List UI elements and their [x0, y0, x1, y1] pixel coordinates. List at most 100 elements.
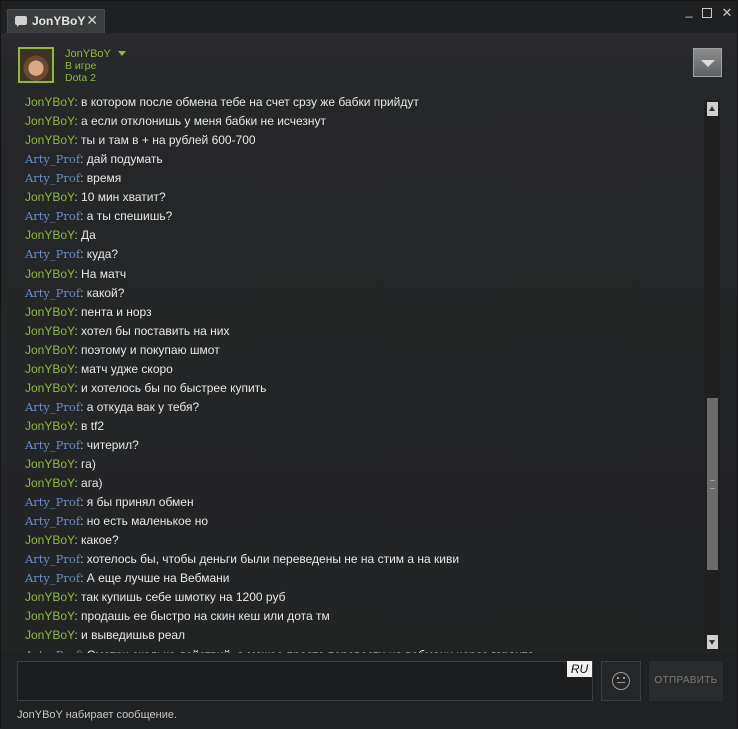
- message-sender[interactable]: Arty_Prof: [25, 209, 80, 223]
- message-sender[interactable]: JonYBoY: [25, 114, 74, 128]
- chat-message: JonYBoY: матч удже скоро: [25, 361, 173, 376]
- chat-message: JonYBoY: продашь ее быстро на скин кеш и…: [25, 609, 330, 624]
- chat-message: JonYBoY: пента и норз: [25, 304, 152, 319]
- message-text: в tf2: [81, 418, 105, 433]
- message-text: куда?: [86, 247, 119, 262]
- chevron-down-icon: [701, 60, 715, 67]
- scroll-down-button[interactable]: [707, 635, 718, 649]
- message-text: продашь ее быстро на скин кеш или дота т…: [81, 609, 330, 624]
- friend-status: В игре: [65, 60, 97, 72]
- message-sender[interactable]: JonYBoY: [25, 628, 74, 642]
- chat-log[interactable]: JonYBoY: в котором после обмена тебе на …: [17, 93, 703, 653]
- message-sender[interactable]: JonYBoY: [25, 343, 74, 357]
- message-sender[interactable]: JonYBoY: [25, 476, 74, 490]
- message-text: хотел бы поставить на них: [81, 323, 230, 338]
- chat-message: Arty_Prof: время: [25, 171, 122, 186]
- message-sender[interactable]: JonYBoY: [25, 305, 74, 319]
- message-sender[interactable]: Arty_Prof: [25, 400, 80, 414]
- send-button[interactable]: ОТПРАВИТЬ: [649, 661, 723, 701]
- message-text: На матч: [81, 266, 127, 281]
- message-sender[interactable]: JonYBoY: [25, 381, 74, 395]
- chat-message: Arty_Prof: хотелось бы, чтобы деньги был…: [25, 552, 460, 567]
- message-text: поэтому и покупаю шмот: [81, 342, 220, 357]
- message-sender[interactable]: JonYBoY: [25, 228, 74, 242]
- message-sender[interactable]: JonYBoY: [25, 324, 74, 338]
- message-sender[interactable]: JonYBoY: [25, 457, 74, 471]
- chat-options-button[interactable]: [693, 48, 722, 77]
- chat-message: Arty_Prof: А еще лучше на Вебмани: [25, 571, 230, 586]
- message-text: а ты спешишь?: [86, 209, 173, 224]
- message-sender[interactable]: Arty_Prof: [25, 247, 80, 261]
- message-text: но есть маленькое но: [86, 514, 209, 529]
- message-sender[interactable]: Arty_Prof: [25, 286, 80, 300]
- chat-message: JonYBoY: поэтому и покупаю шмот: [25, 342, 220, 357]
- chat-message: JonYBoY: в tf2: [25, 418, 105, 433]
- chat-message: JonYBoY: 10 мин хватит?: [25, 190, 166, 205]
- message-text: ага): [81, 476, 103, 490]
- message-sender[interactable]: JonYBoY: [25, 362, 74, 376]
- message-sender[interactable]: JonYBoY: [25, 419, 74, 433]
- message-text: 10 мин хватит?: [81, 190, 166, 205]
- message-sender[interactable]: JonYBoY: [25, 590, 74, 604]
- message-text: я бы принял обмен: [86, 495, 194, 510]
- message-text: а откуда вак у тебя?: [86, 399, 200, 414]
- close-icon[interactable]: ✕: [86, 12, 98, 29]
- message-sender[interactable]: Arty_Prof: [25, 514, 80, 528]
- friend-avatar[interactable]: [18, 47, 54, 83]
- message-text: А еще лучше на Вебмани: [86, 571, 230, 586]
- chat-message: Arty_Prof: дай подумать: [25, 152, 163, 167]
- chat-message: JonYBoY: в котором после обмена тебе на …: [25, 95, 419, 109]
- message-sender[interactable]: Arty_Prof: [25, 552, 80, 566]
- chat-message: JonYBoY: хотел бы поставить на них: [25, 323, 230, 338]
- friend-game: Dota 2: [65, 72, 96, 84]
- message-sender[interactable]: JonYBoY: [25, 609, 74, 623]
- message-sender[interactable]: Arty_Prof: [25, 438, 80, 452]
- chat-message: JonYBoY: ты и там в + на рублей 600-700: [25, 133, 256, 148]
- message-input[interactable]: [17, 661, 593, 701]
- message-sender[interactable]: Arty_Prof: [25, 171, 80, 185]
- message-text: какой?: [86, 285, 125, 300]
- message-text: Да: [81, 228, 96, 243]
- message-sender[interactable]: JonYBoY: [25, 190, 74, 204]
- chat-window: JonYBoY ✕ _ ✕ JonYBoY В игре Dota 2 JonY…: [0, 0, 738, 729]
- tab-label: JonYBoY: [32, 14, 86, 28]
- chat-message: JonYBoY: и хотелось бы по быстрее купить: [25, 380, 267, 395]
- chat-message: Arty_Prof: какой?: [25, 285, 125, 300]
- emoticon-button[interactable]: [601, 661, 641, 701]
- friend-name[interactable]: JonYBoY: [65, 48, 111, 60]
- chat-message: JonYBoY: и выведишьв реал: [25, 628, 186, 643]
- chat-message: JonYBoY: На матч: [25, 266, 127, 281]
- message-text: читерил?: [86, 437, 139, 452]
- chat-message: Arty_Prof: а откуда вак у тебя?: [25, 399, 200, 414]
- chat-message: Arty_Prof: я бы принял обмен: [25, 495, 194, 510]
- emoticon-icon: [612, 672, 630, 690]
- message-text: и хотелось бы по быстрее купить: [81, 380, 267, 395]
- message-text: матч удже скоро: [81, 361, 173, 376]
- tab-chat-jonyboy[interactable]: JonYBoY ✕: [7, 9, 105, 33]
- maximize-icon[interactable]: [699, 5, 715, 21]
- chat-message: Arty_Prof: но есть маленькое но: [25, 514, 209, 529]
- message-sender[interactable]: Arty_Prof: [25, 571, 80, 585]
- scrollbar-thumb[interactable]: [707, 398, 718, 570]
- chat-message: JonYBoY: Да: [25, 228, 96, 243]
- message-text: га): [81, 456, 96, 471]
- message-text: пента и норз: [81, 304, 152, 319]
- message-text: какое?: [81, 533, 119, 548]
- message-sender[interactable]: JonYBoY: [25, 267, 74, 281]
- minimize-icon[interactable]: _: [681, 3, 697, 18]
- message-sender[interactable]: JonYBoY: [25, 133, 74, 147]
- scroll-up-button[interactable]: [707, 102, 718, 116]
- chat-message: Arty_Prof: а ты спешишь?: [25, 209, 173, 224]
- message-text: ты и там в + на рублей 600-700: [81, 133, 256, 148]
- language-indicator: RU: [567, 661, 592, 677]
- chat-icon: [15, 16, 27, 27]
- message-sender[interactable]: JonYBoY: [25, 533, 74, 547]
- message-text: время: [86, 171, 122, 186]
- chat-message: JonYBoY: ага): [25, 476, 103, 490]
- message-sender[interactable]: JonYBoY: [25, 95, 74, 109]
- message-sender[interactable]: Arty_Prof: [25, 152, 80, 166]
- chat-message: JonYBoY: какое?: [25, 533, 119, 548]
- message-sender[interactable]: Arty_Prof: [25, 495, 80, 509]
- close-icon[interactable]: ✕: [719, 5, 735, 21]
- chevron-down-icon[interactable]: [118, 51, 126, 56]
